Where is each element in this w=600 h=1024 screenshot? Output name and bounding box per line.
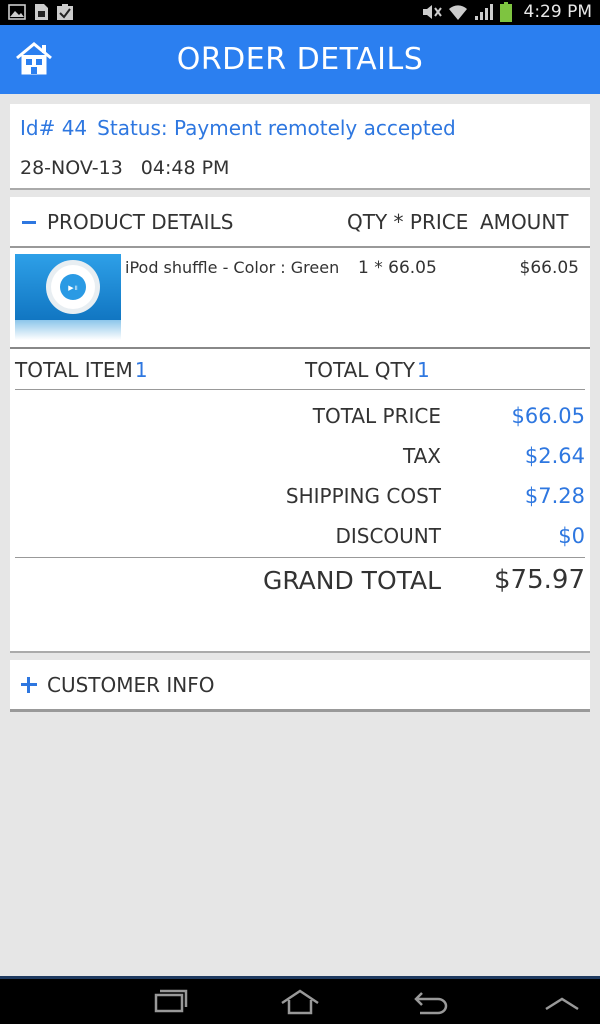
- shipping-row: SHIPPING COST $7.28: [15, 477, 585, 517]
- page-title: ORDER DETAILS: [176, 42, 424, 77]
- total-item-value: 1: [134, 358, 148, 382]
- product-details-header[interactable]: PRODUCT DETAILS QTY * PRICE AMOUNT: [10, 197, 590, 248]
- total-qty-value: 1: [416, 358, 430, 382]
- product-details-card: PRODUCT DETAILS QTY * PRICE AMOUNT ▶॥ iP…: [10, 197, 590, 653]
- total-price-row: TOTAL PRICE $66.05: [15, 397, 585, 437]
- sim-icon: [35, 4, 48, 20]
- product-row[interactable]: ▶॥ iPod shuffle - Color : Green 1 * 66.0…: [10, 248, 590, 349]
- checkbox-clipboard-icon: [57, 4, 73, 20]
- order-id: Id# 44: [20, 116, 88, 140]
- status-bar: 4:29 PM: [0, 0, 600, 25]
- header-product-details: PRODUCT DETAILS: [47, 210, 234, 234]
- grand-total-label: GRAND TOTAL: [262, 566, 441, 595]
- customer-info-card[interactable]: CUSTOMER INFO: [10, 660, 590, 712]
- menu-up-icon[interactable]: [542, 987, 582, 1017]
- order-status: Status: Payment remotely accepted: [97, 116, 456, 140]
- discount-row: DISCOUNT $0: [15, 517, 585, 557]
- total-qty-label: TOTAL QTY: [305, 358, 415, 382]
- back-icon[interactable]: [410, 987, 450, 1017]
- tax-value: $2.64: [524, 444, 585, 468]
- grand-total-value: $75.97: [494, 565, 585, 595]
- totals-row: TOTAL ITEM 1 TOTAL QTY 1: [15, 349, 585, 390]
- image-icon: [8, 4, 26, 20]
- signal-icon: [474, 4, 493, 20]
- order-datetime: 28-NOV-13 04:48 PM: [20, 157, 229, 179]
- navigation-bar: [0, 976, 600, 1024]
- tax-label: TAX: [402, 444, 441, 468]
- total-price-value: $66.05: [511, 404, 585, 428]
- total-qty: TOTAL QTY 1: [305, 358, 430, 382]
- svg-text:▶॥: ▶॥: [68, 284, 78, 292]
- shipping-label: SHIPPING COST: [285, 484, 441, 508]
- total-price-label: TOTAL PRICE: [312, 404, 441, 428]
- order-date: 28-NOV-13: [20, 157, 123, 179]
- recent-apps-icon[interactable]: [150, 987, 190, 1017]
- header-amount: AMOUNT: [480, 210, 569, 234]
- header-qty-price: QTY * PRICE: [347, 210, 469, 234]
- minus-icon[interactable]: [22, 221, 36, 224]
- ipod-shuffle-image: ▶॥: [15, 254, 121, 340]
- order-time: 04:48 PM: [140, 157, 230, 179]
- product-name: iPod shuffle - Color : Green: [125, 258, 340, 277]
- grand-total-row: GRAND TOTAL $75.97: [15, 557, 585, 605]
- mute-icon: [422, 5, 442, 19]
- product-amount: $66.05: [519, 258, 579, 278]
- plus-icon[interactable]: [21, 677, 37, 693]
- battery-icon: [499, 2, 512, 22]
- discount-label: DISCOUNT: [335, 524, 441, 548]
- order-info-card: Id# 44 Status: Payment remotely accepted …: [10, 104, 590, 190]
- order-header: Id# 44 Status: Payment remotely accepted: [20, 116, 456, 140]
- customer-info-label: CUSTOMER INFO: [47, 673, 215, 697]
- total-item: TOTAL ITEM 1: [15, 358, 148, 382]
- wifi-icon: [448, 5, 467, 21]
- app-bar: ORDER DETAILS: [0, 25, 600, 94]
- product-qty-price: 1 * 66.05: [358, 258, 437, 278]
- discount-value: $0: [558, 524, 585, 548]
- home-icon[interactable]: [280, 987, 320, 1017]
- total-item-label: TOTAL ITEM: [15, 358, 133, 382]
- clock: 4:29 PM: [523, 2, 593, 22]
- tax-row: TAX $2.64: [15, 437, 585, 477]
- shipping-value: $7.28: [524, 484, 585, 508]
